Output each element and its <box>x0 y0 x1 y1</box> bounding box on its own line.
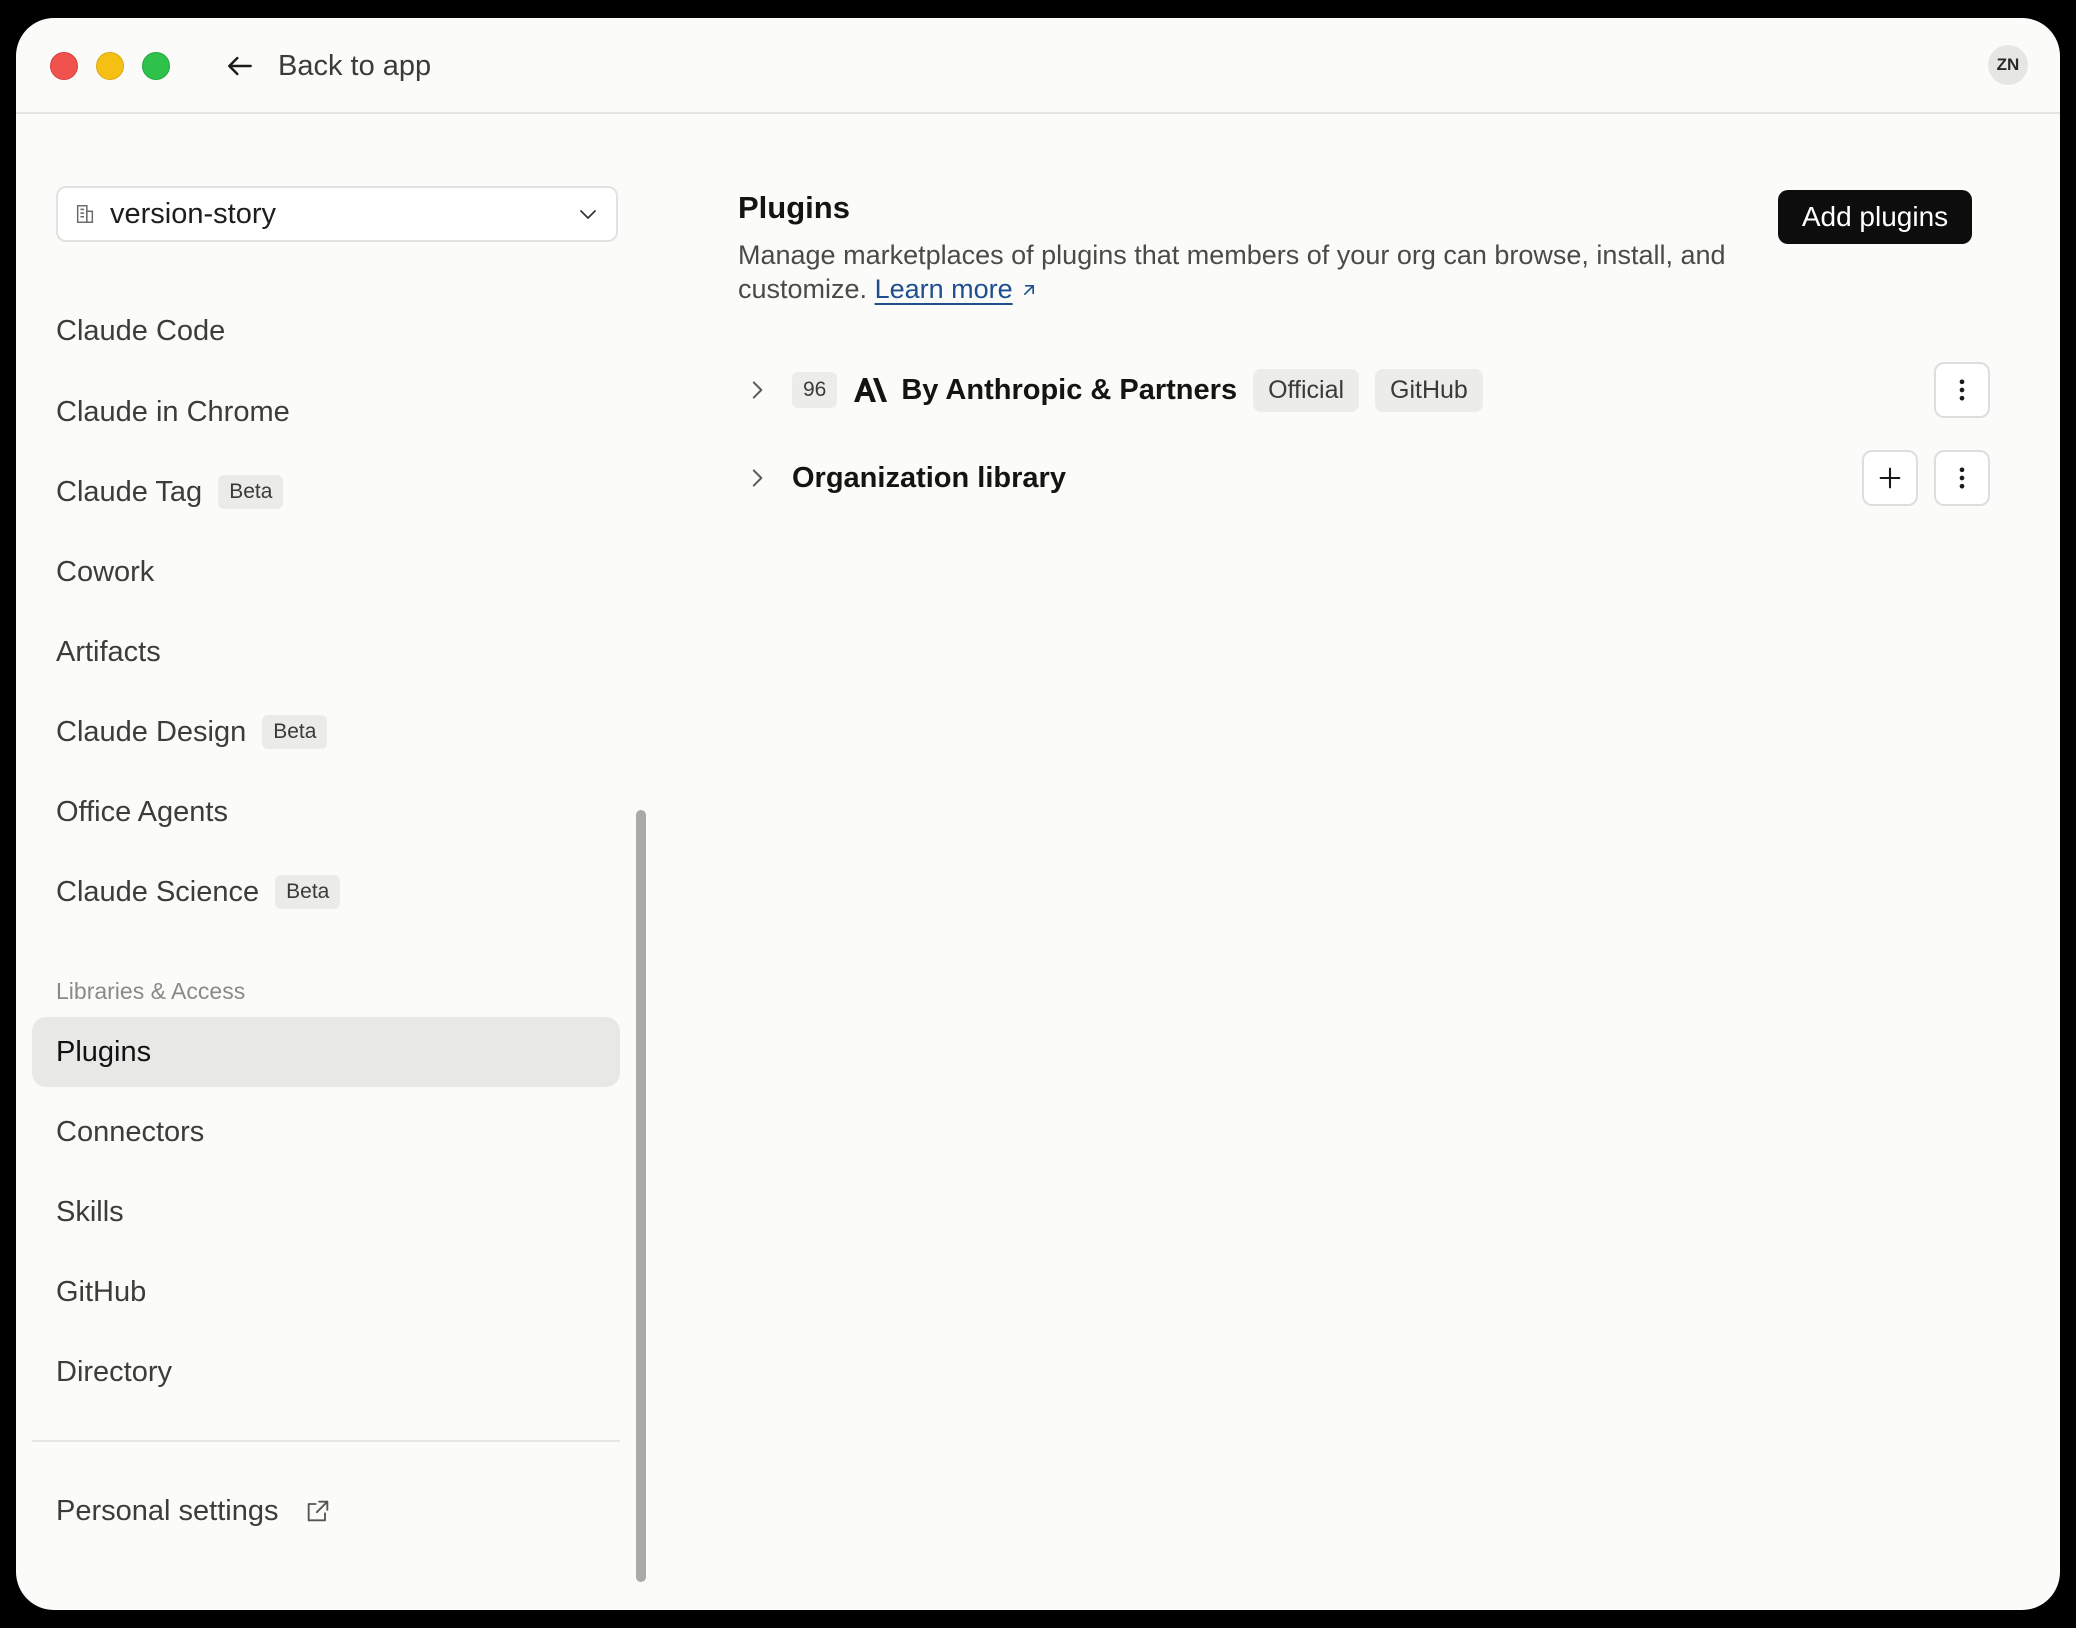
more-vertical-icon <box>1959 467 1965 489</box>
sidebar-item-label: Office Agents <box>56 795 228 828</box>
arrow-up-right-icon <box>1023 285 1034 295</box>
page-title: Plugins <box>738 190 850 225</box>
app-window: Back to app ZN version-story Claude Code… <box>16 18 2060 1610</box>
beta-badge: Beta <box>262 715 328 749</box>
arrow-left-icon <box>228 56 252 76</box>
sidebar-item-label: Claude in Chrome <box>56 395 290 428</box>
close-window-button[interactable] <box>50 52 78 80</box>
sidebar-item-label: Artifacts <box>56 635 161 668</box>
sidebar-item-cowork[interactable]: Cowork <box>32 537 620 607</box>
sidebar-item-connectors[interactable]: Connectors <box>32 1097 620 1167</box>
marketplace-row-anthropic: 96 By Anthropic & Partners Official GitH… <box>738 362 1483 418</box>
page-description: Manage marketplaces of plugins that memb… <box>738 238 1738 306</box>
sidebar-item-label: Cowork <box>56 555 155 588</box>
chevron-right-icon[interactable] <box>744 465 770 491</box>
marketplace-name: By Anthropic & Partners <box>901 373 1238 406</box>
beta-badge: Beta <box>218 475 284 509</box>
sidebar-scrollbar[interactable] <box>636 810 646 1582</box>
sidebar-item-office-agents[interactable]: Office Agents <box>32 777 620 847</box>
chevron-down-icon <box>580 210 596 219</box>
marketplace-name: Organization library <box>792 461 1066 494</box>
personal-settings-label: Personal settings <box>56 1494 279 1527</box>
sidebar-item-label: Claude Code <box>56 314 226 347</box>
plugin-count-badge: 96 <box>792 372 838 408</box>
sidebar-item-label: Skills <box>56 1195 124 1228</box>
sidebar-item-label: Claude Science <box>56 875 260 908</box>
plus-icon <box>1879 467 1901 489</box>
official-tag: Official <box>1253 368 1360 412</box>
maximize-window-button[interactable] <box>142 52 170 80</box>
sidebar-item-label: Claude Design <box>56 715 247 748</box>
sidebar-item-plugins[interactable]: Plugins <box>32 1017 620 1087</box>
building-icon <box>76 205 94 223</box>
section-label-libraries: Libraries & Access <box>56 978 246 1004</box>
org-select-dropdown[interactable]: version-story <box>56 186 618 242</box>
title-bar: Back to app ZN <box>16 18 2060 114</box>
beta-badge: Beta <box>275 875 341 909</box>
sidebar-item-claude-science[interactable]: Claude Science Beta <box>32 857 620 927</box>
add-plugins-button[interactable]: Add plugins <box>1778 190 1972 244</box>
add-to-library-button[interactable] <box>1862 450 1918 506</box>
sidebar-item-claude-code[interactable]: Claude Code <box>32 296 620 366</box>
sidebar-divider <box>32 1440 620 1442</box>
marketplace-more-button[interactable] <box>1934 362 1990 418</box>
sidebar-item-directory[interactable]: Directory <box>32 1337 620 1407</box>
anthropic-logo-icon <box>854 378 888 402</box>
minimize-window-button[interactable] <box>96 52 124 80</box>
sidebar-item-label: GitHub <box>56 1275 147 1308</box>
sidebar-item-label: Plugins <box>56 1035 152 1068</box>
marketplace-row-organization: Organization library <box>738 450 1066 506</box>
sidebar-item-claude-tag[interactable]: Claude Tag Beta <box>32 457 620 527</box>
sidebar-item-label: Claude Tag <box>56 475 203 508</box>
org-name: version-story <box>110 197 276 230</box>
sidebar-item-skills[interactable]: Skills <box>32 1177 620 1247</box>
chevron-right-icon[interactable] <box>744 377 770 403</box>
learn-more-label: Learn more <box>874 274 1013 304</box>
github-tag: GitHub <box>1375 368 1483 412</box>
library-more-button[interactable] <box>1934 450 1990 506</box>
sidebar-item-claude-in-chrome[interactable]: Claude in Chrome <box>32 377 620 447</box>
sidebar-item-label: Connectors <box>56 1115 205 1148</box>
back-to-app-label: Back to app <box>278 49 432 82</box>
sidebar-item-github[interactable]: GitHub <box>32 1257 620 1327</box>
sidebar-item-claude-design[interactable]: Claude Design Beta <box>32 697 620 767</box>
sidebar-item-artifacts[interactable]: Artifacts <box>32 617 620 687</box>
sidebar-item-label: Directory <box>56 1355 173 1388</box>
more-vertical-icon <box>1959 379 1965 401</box>
user-avatar[interactable]: ZN <box>1988 45 2028 85</box>
external-link-icon <box>308 1500 329 1522</box>
back-to-app-button[interactable]: Back to app <box>224 46 431 86</box>
personal-settings-link[interactable]: Personal settings <box>32 1476 620 1546</box>
learn-more-link[interactable]: Learn more <box>875 274 1039 304</box>
